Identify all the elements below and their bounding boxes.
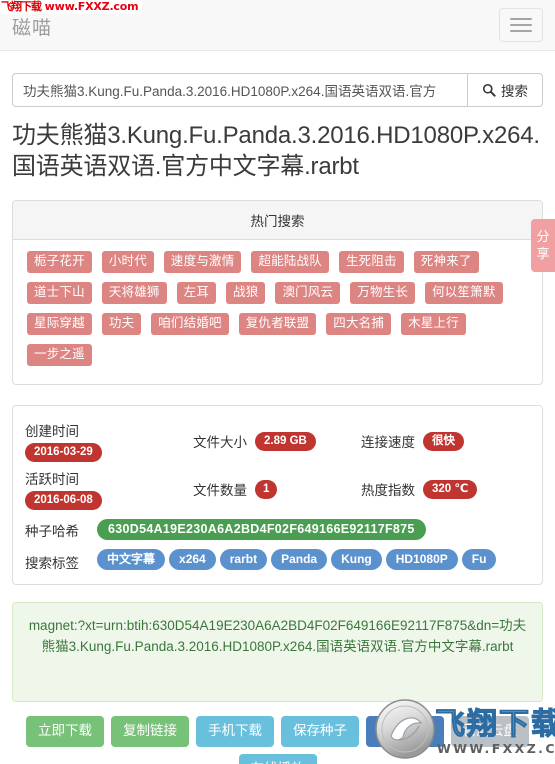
hot-search-tag[interactable]: 木星上行 — [401, 313, 466, 336]
hash-label: 种子哈希 — [25, 523, 79, 539]
search-tag[interactable]: Panda — [271, 549, 328, 571]
search-form: 搜索 — [12, 73, 543, 107]
action-button[interactable]: 复制链接 — [111, 716, 189, 748]
hot-search-tag[interactable]: 万物生长 — [350, 282, 416, 305]
info-cell-heat: 热度指数 320 ℃ — [361, 468, 530, 510]
main-container: 搜索 功夫熊猫3.Kung.Fu.Panda.3.2016.HD1080P.x2… — [0, 73, 555, 764]
hot-search-tag[interactable]: 一步之遥 — [27, 344, 92, 367]
share-side-tab[interactable]: 分享 — [531, 219, 555, 272]
info-cell-active: 活跃时间 2016-06-08 — [25, 468, 193, 511]
active-value: 2016-06-08 — [25, 491, 102, 511]
created-value: 2016-03-29 — [25, 443, 102, 463]
page-root: 磁喵 飞翔下载 www.FXXZ.com 搜索 功夫熊猫3.Kung.Fu.Pa… — [0, 0, 555, 764]
filesize-value: 2.89 GB — [255, 431, 316, 451]
speed-label: 连接速度 — [361, 435, 415, 451]
info-row-tags: 搜索标签 中文字幕 x264 rarbt Panda Kung HD1080P Fu — [25, 549, 530, 574]
hot-search-tag[interactable]: 天将雄狮 — [101, 282, 167, 305]
info-cell-created: 创建时间 2016-03-29 — [25, 420, 193, 463]
hot-search-tag[interactable]: 栀子花开 — [27, 251, 92, 274]
hot-search-tag[interactable]: 左耳 — [176, 282, 217, 305]
speed-value: 很快 — [423, 431, 464, 451]
hot-search-tag[interactable]: 道士下山 — [27, 282, 92, 305]
hot-search-tag[interactable]: 何以笙箫默 — [425, 282, 503, 305]
search-button-label: 搜索 — [501, 84, 528, 99]
hot-search-heading: 热门搜索 — [13, 201, 542, 241]
watermark-top-left: 飞翔下载 www.FXXZ.com — [0, 0, 143, 14]
action-button[interactable]: 迅雷下载 — [366, 716, 444, 748]
info-row-hash: 种子哈希 630D54A19E230A6A2BD4F02F649166E9211… — [25, 519, 530, 541]
search-tags-list: 中文字幕 x264 rarbt Panda Kung HD1080P Fu — [97, 549, 500, 574]
hot-search-tag[interactable]: 复仇者联盟 — [238, 313, 317, 336]
active-label: 活跃时间 — [25, 472, 79, 488]
hot-search-tag[interactable]: 超能陆战队 — [251, 251, 329, 274]
hot-search-tag[interactable]: 小时代 — [101, 251, 154, 274]
torrent-info-grid: 创建时间 2016-03-29 文件大小 2.89 GB 连接速度 很快 活跃时… — [25, 420, 530, 511]
search-tag[interactable]: Fu — [461, 549, 497, 571]
hamburger-bar — [510, 18, 532, 20]
hash-value[interactable]: 630D54A19E230A6A2BD4F02F649166E92117F875 — [97, 519, 426, 541]
hot-search-tag[interactable]: 速度与激情 — [163, 251, 242, 274]
created-label: 创建时间 — [25, 424, 79, 440]
hot-search-tag[interactable]: 星际穿越 — [27, 313, 92, 336]
info-cell-filesize: 文件大小 2.89 GB — [193, 420, 361, 462]
filecount-label: 文件数量 — [193, 483, 247, 499]
search-input[interactable] — [12, 73, 467, 107]
info-cell-speed: 连接速度 很快 — [361, 420, 530, 462]
magnet-link-textarea[interactable]: magnet:?xt=urn:btih:630D54A19E230A6A2BD4… — [12, 602, 543, 703]
site-brand[interactable]: 磁喵 — [12, 13, 52, 38]
search-button[interactable]: 搜索 — [467, 73, 543, 107]
hot-search-tag[interactable]: 四大名捕 — [326, 313, 392, 336]
action-button[interactable]: 手机下载 — [196, 716, 274, 748]
hot-search-tag-list: 栀子花开 小时代 速度与激情 超能陆战队 生死阻击 死神来了道士下山 天将雄狮 左耳 战狼 澳门风… — [13, 240, 542, 384]
filecount-value: 1 — [255, 479, 278, 499]
watermark-top-url: www.FXXZ.com — [44, 0, 139, 13]
heat-value: 320 ℃ — [423, 479, 478, 499]
hot-search-tag[interactable]: 咱们结婚吧 — [151, 313, 229, 336]
search-tags-label: 搜索标签 — [25, 555, 79, 571]
filesize-label: 文件大小 — [193, 435, 247, 451]
action-button[interactable]: 保存种子 — [281, 716, 359, 748]
hot-search-tag[interactable]: 生死阻击 — [338, 251, 404, 274]
hot-search-tag[interactable]: 功夫 — [101, 313, 142, 336]
action-button[interactable]: 百度云盘 — [451, 716, 529, 748]
hot-search-tag[interactable]: 死神来了 — [413, 251, 479, 274]
page-title: 功夫熊猫3.Kung.Fu.Panda.3.2016.HD1080P.x264.… — [12, 122, 540, 180]
hamburger-menu-icon[interactable] — [499, 8, 543, 42]
info-cell-filecount: 文件数量 1 — [193, 468, 361, 510]
action-button-row-primary: 立即下载复制链接手机下载保存种子迅雷下载百度云盘在线播放 — [12, 716, 543, 764]
search-tag[interactable]: Kung — [331, 549, 382, 571]
hot-search-tag[interactable]: 澳门风云 — [275, 282, 341, 305]
hamburger-bar — [510, 24, 532, 26]
search-tag[interactable]: 中文字幕 — [97, 549, 166, 571]
watermark-top-cn: 飞翔下载 — [1, 0, 42, 13]
action-button[interactable]: 立即下载 — [26, 716, 104, 748]
heat-label: 热度指数 — [361, 483, 415, 499]
search-tag[interactable]: x264 — [169, 549, 216, 571]
hot-search-tag[interactable]: 战狼 — [226, 282, 266, 305]
action-button[interactable]: 在线播放 — [238, 754, 317, 764]
hamburger-bar — [510, 30, 532, 32]
hot-search-panel: 热门搜索 栀子花开 小时代 速度与激情 超能陆战队 生死阻击 死神来了道士下山 天将雄狮 左耳… — [12, 200, 543, 386]
search-icon — [482, 83, 496, 97]
search-tag[interactable]: HD1080P — [385, 549, 458, 571]
torrent-info-panel: 创建时间 2016-03-29 文件大小 2.89 GB 连接速度 很快 活跃时… — [12, 405, 543, 586]
search-tag[interactable]: rarbt — [219, 549, 268, 571]
